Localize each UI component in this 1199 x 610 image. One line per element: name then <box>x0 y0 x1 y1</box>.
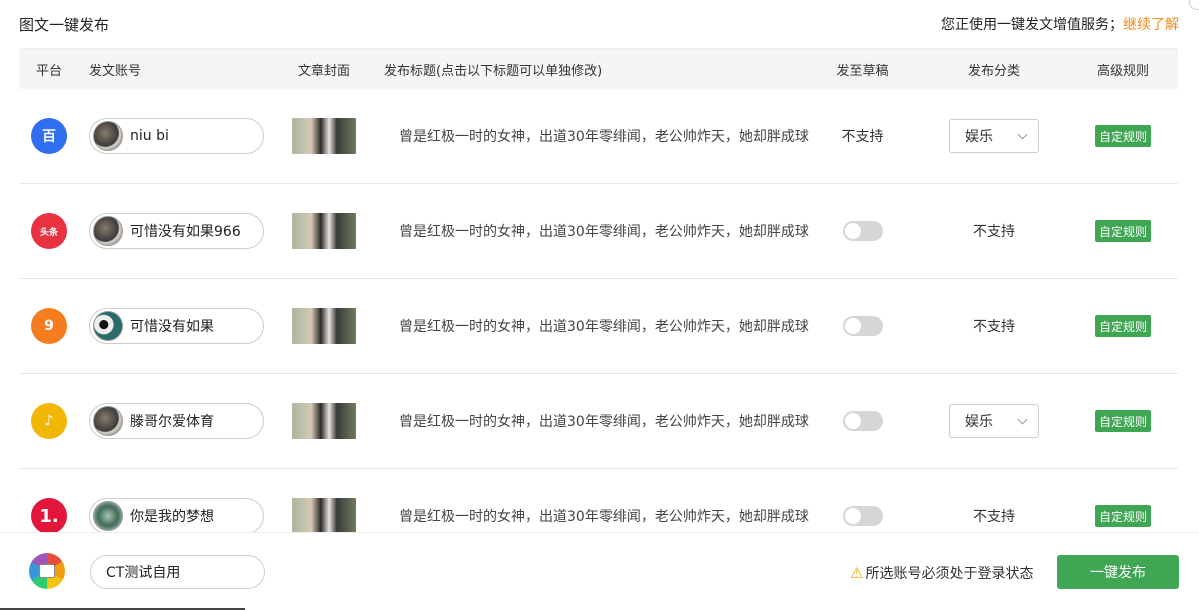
account-selector[interactable]: niu bi <box>89 118 264 154</box>
category-select[interactable]: 娱乐 <box>949 119 1039 153</box>
account-name: 可惜没有如果 <box>130 319 214 335</box>
post-title[interactable]: 曾是红极一时的女神，出道30年零绯闻，老公帅炸天，她却胖成球 <box>384 411 809 431</box>
account-selector[interactable]: 可惜没有如果 <box>89 308 264 344</box>
cover-image[interactable] <box>292 213 356 249</box>
dayu-icon: 9 <box>31 308 67 344</box>
custom-rule-button[interactable]: 自定规则 <box>1094 505 1151 527</box>
category-value: 娱乐 <box>965 414 993 430</box>
service-notice-text: 您正使用一键发文增值服务； <box>941 17 1123 33</box>
col-category: 发布分类 <box>967 63 1020 79</box>
close-icon[interactable] <box>1189 0 1199 10</box>
category-select[interactable]: 娱乐 <box>949 404 1039 438</box>
draft-toggle[interactable] <box>842 316 883 336</box>
baijiahao-icon: 百 <box>31 118 67 154</box>
post-title[interactable]: 曾是红极一时的女神，出道30年零绯闻，老公帅炸天，她却胖成球 <box>384 316 809 336</box>
col-rules: 高级规则 <box>1096 63 1149 79</box>
category-not-supported: 不支持 <box>973 509 1015 525</box>
warning-icon: ⚠ <box>850 564 864 582</box>
cover-image[interactable] <box>292 308 356 344</box>
table-row: 头条 可惜没有如果966 曾是红极一时的女神，出道30年零绯闻，老公帅炸天，她却… <box>19 184 1178 279</box>
account-name: niu bi <box>130 128 169 144</box>
avatar <box>93 121 123 151</box>
account-name: 可惜没有如果966 <box>130 224 241 240</box>
post-title[interactable]: 曾是红极一时的女神，出道30年零绯闻，老公帅炸天，她却胖成球 <box>384 221 809 241</box>
checkbox-icon <box>39 564 55 578</box>
draft-toggle[interactable] <box>842 506 883 526</box>
custom-rule-button[interactable]: 自定规则 <box>1094 220 1151 242</box>
draft-toggle[interactable] <box>842 411 883 431</box>
cover-image[interactable] <box>292 118 356 154</box>
account-selector[interactable]: 滕哥尔爱体育 <box>89 403 264 439</box>
account-name: 你是我的梦想 <box>130 509 214 525</box>
footer-bar: CT测试自用 ⚠ 所选账号必须处于登录状态 一键发布 <box>0 532 1199 610</box>
col-draft: 发至草稿 <box>836 63 889 79</box>
login-warning-text: 所选账号必须处于登录状态 <box>865 566 1034 582</box>
avatar <box>93 216 123 246</box>
avatar <box>93 501 123 531</box>
yidian-icon: 1. <box>31 498 67 532</box>
table-row: ♪ 滕哥尔爱体育 曾是红极一时的女神，出道30年零绯闻，老公帅炸天，她却胖成球 … <box>19 374 1178 469</box>
chevron-down-icon <box>1017 414 1028 424</box>
account-group-selector[interactable]: CT测试自用 <box>90 555 265 589</box>
table-row: 百 niu bi 曾是红极一时的女神，出道30年零绯闻，老公帅炸天，她却胖成球 … <box>19 89 1178 184</box>
draft-toggle[interactable] <box>842 221 883 241</box>
category-not-supported: 不支持 <box>973 319 1015 335</box>
publish-button[interactable]: 一键发布 <box>1057 555 1179 589</box>
col-account: 发文账号 <box>89 63 142 79</box>
col-cover: 文章封面 <box>297 63 350 79</box>
post-title[interactable]: 曾是红极一时的女神，出道30年零绯闻，老公帅炸天，她却胖成球 <box>384 126 809 146</box>
cover-image[interactable] <box>292 403 356 439</box>
avatar <box>93 311 123 341</box>
chevron-down-icon <box>1017 129 1028 139</box>
login-warning: ⚠ 所选账号必须处于登录状态 <box>850 563 1033 583</box>
col-platform: 平台 <box>35 63 62 79</box>
post-title[interactable]: 曾是红极一时的女神，出道30年零绯闻，老公帅炸天，她却胖成球 <box>384 506 809 526</box>
cover-image[interactable] <box>292 498 356 532</box>
custom-rule-button[interactable]: 自定规则 <box>1094 410 1151 432</box>
account-selector[interactable]: 你是我的梦想 <box>89 498 264 532</box>
account-group-icon <box>29 553 65 589</box>
category-value: 娱乐 <box>965 129 993 145</box>
avatar <box>93 406 123 436</box>
publish-table: 平台 发文账号 文章封面 发布标题(点击以下标题可以单独修改) 发至草稿 发布分… <box>19 48 1178 532</box>
account-name: 滕哥尔爱体育 <box>130 414 214 430</box>
service-notice: 您正使用一键发文增值服务；继续了解 <box>941 14 1179 34</box>
category-not-supported: 不支持 <box>973 224 1015 240</box>
table-row: 1. 你是我的梦想 曾是红极一时的女神，出道30年零绯闻，老公帅炸天，她却胖成球… <box>19 469 1178 532</box>
learn-more-link[interactable]: 继续了解 <box>1123 17 1179 33</box>
page-title: 图文一键发布 <box>19 16 110 34</box>
custom-rule-button[interactable]: 自定规则 <box>1094 315 1151 337</box>
custom-rule-button[interactable]: 自定规则 <box>1094 125 1151 147</box>
qq-icon: ♪ <box>31 403 67 439</box>
table-row: 9 可惜没有如果 曾是红极一时的女神，出道30年零绯闻，老公帅炸天，她却胖成球 … <box>19 279 1178 374</box>
table-header: 平台 发文账号 文章封面 发布标题(点击以下标题可以单独修改) 发至草稿 发布分… <box>19 48 1178 89</box>
col-title: 发布标题(点击以下标题可以单独修改) <box>384 63 603 79</box>
toutiao-icon: 头条 <box>31 213 67 249</box>
draft-not-supported: 不支持 <box>841 129 884 145</box>
account-selector[interactable]: 可惜没有如果966 <box>89 213 264 249</box>
